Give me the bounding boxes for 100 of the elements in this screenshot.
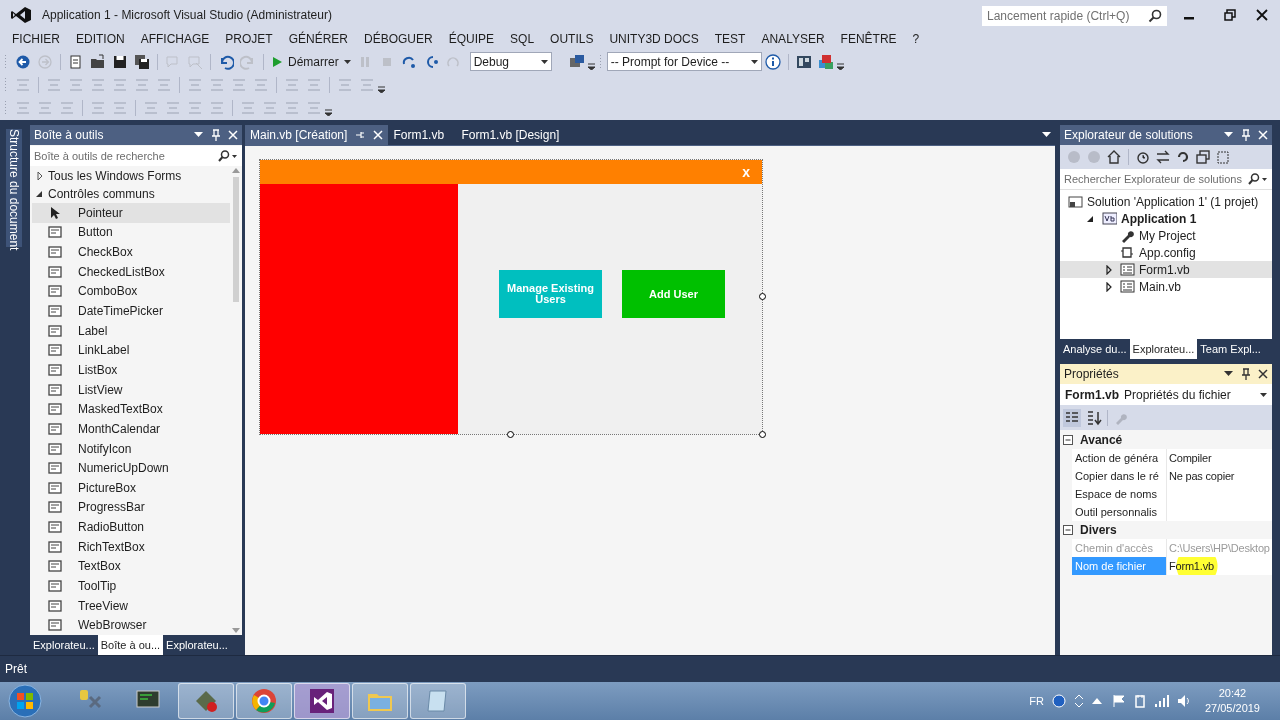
- save-icon[interactable]: [112, 53, 128, 70]
- refresh-icon[interactable]: [1176, 150, 1190, 164]
- help-icon[interactable]: [1051, 694, 1066, 708]
- editor-tab[interactable]: Form1.vb [Design]: [456, 125, 565, 145]
- volume-icon[interactable]: [1176, 694, 1191, 708]
- property-name[interactable]: Action de généra: [1072, 449, 1166, 467]
- menu-item[interactable]: ÉQUIPE: [440, 30, 503, 48]
- tree-item[interactable]: Main.vb: [1060, 278, 1272, 295]
- scroll-up-icon[interactable]: [232, 168, 240, 173]
- panel-tab[interactable]: Boîte à ou...: [97, 635, 164, 655]
- menu-item[interactable]: EDITION: [68, 30, 133, 48]
- overflow-icon[interactable]: [325, 107, 332, 116]
- toolbox-item[interactable]: WebBrowser: [32, 615, 230, 636]
- caret-icon[interactable]: [1224, 132, 1233, 138]
- toolbox-item[interactable]: ToolTip: [32, 576, 230, 596]
- flag-icon[interactable]: [1111, 694, 1126, 708]
- new-item-icon[interactable]: [68, 53, 84, 70]
- editor-tab[interactable]: Form1.vb: [388, 125, 457, 145]
- group-header[interactable]: Tous les Windows Forms: [48, 167, 182, 185]
- menu-item[interactable]: UNITY3D DOCS: [601, 30, 707, 48]
- scrollbar[interactable]: [230, 166, 242, 635]
- home-icon[interactable]: [1107, 150, 1121, 164]
- group-header[interactable]: Contrôles communs: [48, 185, 155, 203]
- menu-item[interactable]: AFFICHAGE: [132, 30, 218, 48]
- emulator-icon[interactable]: [795, 53, 812, 70]
- caret-icon[interactable]: [194, 132, 203, 138]
- toolbox-item[interactable]: TreeView: [32, 595, 230, 616]
- undo-icon[interactable]: [218, 53, 234, 70]
- collapse-icon[interactable]: [1063, 525, 1073, 535]
- property-value-field[interactable]: Ne pas copier: [1166, 467, 1272, 485]
- pin-icon[interactable]: [1241, 368, 1251, 380]
- cubes-icon[interactable]: [817, 53, 834, 70]
- taskbar-button[interactable]: [178, 683, 234, 719]
- overflow-icon[interactable]: [587, 61, 595, 70]
- menu-item[interactable]: FENÊTRE: [832, 30, 905, 48]
- start-button[interactable]: Démarrer: [268, 52, 354, 71]
- save-all-icon[interactable]: [134, 53, 150, 70]
- caret-icon[interactable]: [1042, 132, 1051, 138]
- show-all-files-icon[interactable]: [1216, 150, 1230, 164]
- quick-launch-field[interactable]: Lancement rapide (Ctrl+Q): [982, 6, 1167, 26]
- toolbox-item[interactable]: Button: [32, 222, 230, 243]
- toolbox-item[interactable]: CheckBox: [32, 242, 230, 262]
- property-name[interactable]: Copier dans le ré: [1072, 467, 1166, 485]
- back-icon[interactable]: [15, 53, 31, 70]
- toolbox-item[interactable]: LinkLabel: [32, 340, 230, 361]
- tree-item[interactable]: Application 1: [1060, 210, 1272, 227]
- toolbox-item[interactable]: NotifyIcon: [32, 438, 230, 459]
- tree-item[interactable]: Form1.vb: [1060, 261, 1272, 278]
- caret-icon[interactable]: [1224, 371, 1233, 377]
- toolbox-item[interactable]: ProgressBar: [32, 497, 230, 518]
- open-icon[interactable]: [90, 53, 106, 70]
- menu-item[interactable]: ANALYSER: [753, 30, 833, 48]
- scroll-down-icon[interactable]: [232, 628, 240, 633]
- toolbox-item[interactable]: NumericUpDown: [32, 458, 230, 478]
- clock-icon[interactable]: [1136, 150, 1150, 164]
- info-icon[interactable]: [764, 53, 781, 70]
- object-selector[interactable]: Form1.vb Propriétés du fichier: [1060, 384, 1272, 405]
- toolbox-item[interactable]: RadioButton: [32, 517, 230, 537]
- attach-icon[interactable]: [568, 53, 585, 70]
- toolbox-item[interactable]: ListView: [32, 379, 230, 400]
- toolbox-item[interactable]: PictureBox: [32, 477, 230, 498]
- expand-arrow-icon[interactable]: [35, 171, 45, 181]
- menu-item[interactable]: DÉBOGUER: [356, 30, 441, 48]
- search-box[interactable]: Boîte à outils de recherche: [30, 146, 242, 166]
- menu-item[interactable]: TEST: [706, 30, 754, 48]
- toolbox-item[interactable]: ComboBox: [32, 281, 230, 302]
- toolbox-item[interactable]: CheckedListBox: [32, 261, 230, 282]
- property-name[interactable]: Espace de noms: [1072, 485, 1166, 503]
- panel-tab[interactable]: Analyse du...: [1060, 339, 1130, 359]
- toolbox-item[interactable]: MonthCalendar: [32, 419, 230, 439]
- expand-arrow-icon[interactable]: [1104, 281, 1114, 292]
- property-name[interactable]: Outil personnalis: [1072, 503, 1166, 521]
- panel-tab[interactable]: Team Expl...: [1197, 339, 1264, 359]
- panel-tab[interactable]: Explorateu...: [1129, 339, 1198, 359]
- tree-item[interactable]: Solution 'Application 1' (1 projet): [1060, 193, 1272, 210]
- menu-item[interactable]: SQL: [502, 30, 543, 48]
- close-icon[interactable]: [1256, 9, 1268, 21]
- collapse-arrow-icon[interactable]: [35, 189, 45, 199]
- categorized-icon[interactable]: [1063, 408, 1081, 427]
- clock-date[interactable]: 27/05/2019: [1204, 701, 1260, 716]
- search-box[interactable]: Rechercher Explorateur de solutions: [1060, 169, 1272, 189]
- toolbox-item[interactable]: Label: [32, 320, 230, 341]
- toolbox-item[interactable]: Pointeur: [32, 203, 230, 223]
- configuration-dropdown[interactable]: Debug: [469, 52, 552, 71]
- menu-item[interactable]: ?: [904, 30, 928, 48]
- resize-handle[interactable]: [759, 431, 766, 438]
- menu-item[interactable]: GÉNÉRER: [280, 30, 357, 48]
- expand-arrow-icon[interactable]: [1104, 264, 1114, 275]
- resize-handle[interactable]: [507, 431, 514, 438]
- power-icon[interactable]: [1132, 694, 1147, 708]
- device-dropdown[interactable]: -- Prompt for Device --: [606, 52, 762, 71]
- overflow-icon[interactable]: [836, 61, 844, 70]
- toolbox-item[interactable]: MaskedTextBox: [32, 399, 230, 420]
- resize-handle[interactable]: [759, 293, 766, 300]
- restore-icon[interactable]: [1224, 9, 1236, 21]
- toolbox-item[interactable]: RichTextBox: [32, 536, 230, 557]
- panel-tab[interactable]: Explorateu...: [163, 635, 231, 655]
- menu-item[interactable]: FICHIER: [4, 30, 68, 48]
- collapse-icon[interactable]: [1063, 435, 1073, 445]
- tree-item[interactable]: My Project: [1060, 227, 1272, 244]
